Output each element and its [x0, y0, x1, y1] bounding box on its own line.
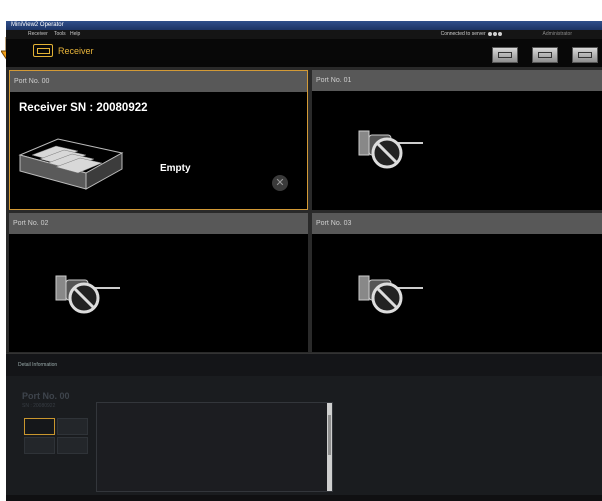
- app-window: MiniView2 Operator Receiver Tools Help C…: [6, 21, 602, 501]
- close-icon[interactable]: ✕: [272, 175, 288, 191]
- detail-title: Detail Information: [6, 353, 602, 376]
- connection-status: Connected to server: [441, 30, 502, 39]
- port-panel-03[interactable]: Port No. 03: [312, 213, 602, 352]
- detail-port-label: Port No. 00: [22, 391, 70, 401]
- menu-receiver[interactable]: Receiver: [28, 30, 48, 39]
- receiver-settings-icon: [578, 52, 592, 58]
- mini-port-00[interactable]: [24, 418, 55, 435]
- mini-port-02[interactable]: [24, 437, 55, 454]
- port-header: Port No. 01: [312, 70, 602, 91]
- receiver-settings-button[interactable]: [572, 47, 598, 63]
- port-panel-00[interactable]: Port No. 00 Receiver SN : 20080922 Empty…: [9, 70, 308, 210]
- status-dot-icon: [493, 31, 497, 36]
- no-connection-icon: [358, 275, 423, 314]
- receiver-serial: Receiver SN : 20080922: [19, 102, 148, 114]
- user-label: Administrator: [542, 31, 572, 37]
- mini-port-03[interactable]: [57, 437, 88, 454]
- cartridge-icon: [18, 138, 124, 190]
- menu-bar: Receiver Tools Help Connected to server …: [6, 30, 602, 39]
- port-header: Port No. 00: [10, 71, 307, 92]
- add-port-button[interactable]: [492, 47, 518, 63]
- receiver-view-icon: [538, 52, 552, 58]
- header-bar: Receiver: [6, 39, 602, 67]
- port-grid: Port No. 00 Receiver SN : 20080922 Empty…: [6, 67, 602, 353]
- detail-panel: Detail Information Port No. 00 SN : 2008…: [6, 353, 602, 501]
- port-state-label: Empty: [160, 163, 191, 174]
- no-connection-icon: [358, 130, 423, 169]
- menu-help[interactable]: Help: [70, 30, 80, 39]
- port-header: Port No. 03: [312, 213, 602, 234]
- detail-serial: SN : 20080922: [22, 403, 56, 409]
- status-dot-icon: [498, 31, 502, 36]
- port-header: Port No. 02: [9, 213, 308, 234]
- port-panel-01[interactable]: Port No. 01: [312, 70, 602, 210]
- title-bar: MiniView2 Operator: [6, 21, 602, 30]
- scrollbar-thumb[interactable]: [328, 415, 331, 455]
- mini-port-01[interactable]: [57, 418, 88, 435]
- detail-scrollbar[interactable]: [327, 403, 332, 491]
- connection-status-text: Connected to server: [440, 31, 486, 37]
- port-panel-02[interactable]: Port No. 02: [9, 213, 308, 352]
- receiver-view-button[interactable]: [532, 47, 558, 63]
- footer-bar: [6, 495, 602, 501]
- no-connection-icon: [55, 275, 120, 314]
- detail-text-area[interactable]: [96, 402, 333, 492]
- receiver-icon: [33, 44, 53, 57]
- window-title: MiniView2 Operator: [11, 22, 64, 28]
- status-dot-icon: [488, 31, 492, 36]
- menu-tools[interactable]: Tools: [54, 30, 66, 39]
- add-port-icon: [498, 52, 512, 58]
- header-title: Receiver: [58, 46, 94, 56]
